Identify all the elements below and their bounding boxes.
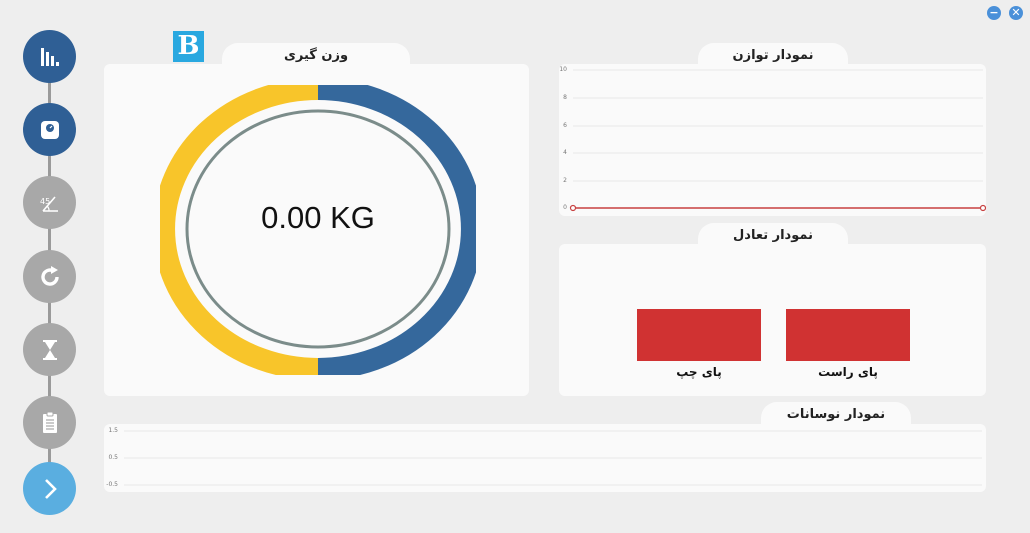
y-tick-label: 6 [563, 122, 567, 129]
rotate-icon [40, 265, 59, 286]
weight-value: 0.00 KG [261, 200, 375, 235]
scale-icon [40, 120, 59, 139]
balance-point-end [979, 204, 987, 212]
left-leg-label: پای چپ [676, 365, 722, 379]
equilibrium-chart-panel: پای چپ پای راست [559, 244, 986, 396]
balance-chart-panel: 10 8 6 4 2 0 [559, 64, 987, 216]
y-tick-label: 4 [563, 149, 567, 156]
left-leg-bar [637, 309, 761, 361]
y-tick-label: 0 [563, 204, 567, 211]
y-tick-label: 1.5 [108, 427, 118, 434]
minimize-icon[interactable]: − [987, 6, 1001, 20]
y-tick-label: 2 [563, 177, 567, 184]
angle-45-icon: 45 [40, 195, 58, 212]
right-leg-bar [786, 309, 910, 361]
oscillation-chart-panel: 1.5 0.5 -0.5 [104, 424, 986, 492]
y-tick-label: 8 [563, 94, 567, 101]
brand-logo: B [173, 31, 204, 62]
next-arrow-icon [44, 478, 57, 499]
clipboard-icon [42, 411, 57, 433]
nav-next-button[interactable] [23, 462, 76, 515]
y-tick-label: 10 [559, 66, 567, 73]
nav-angle-button[interactable]: 45 [23, 176, 76, 229]
hourglass-icon [42, 339, 57, 360]
nav-scale-button[interactable] [23, 103, 76, 156]
oscillation-chart [124, 430, 982, 486]
nav-bar-chart-button[interactable] [23, 30, 76, 83]
balance-point-start [569, 204, 577, 212]
nav-clipboard-button[interactable] [23, 396, 76, 449]
bar-chart-icon [40, 47, 59, 66]
y-tick-label: 0.5 [108, 454, 118, 461]
nav-rotate-button[interactable] [23, 250, 76, 303]
balance-chart [569, 69, 987, 212]
right-leg-label: پای راست [818, 365, 878, 379]
close-icon[interactable]: ✕ [1009, 6, 1023, 20]
svg-text:45: 45 [40, 197, 50, 206]
nav-hourglass-button[interactable] [23, 323, 76, 376]
y-tick-label: -0.5 [106, 481, 118, 488]
oscillation-chart-title: نمودار نوسانات [761, 402, 911, 426]
